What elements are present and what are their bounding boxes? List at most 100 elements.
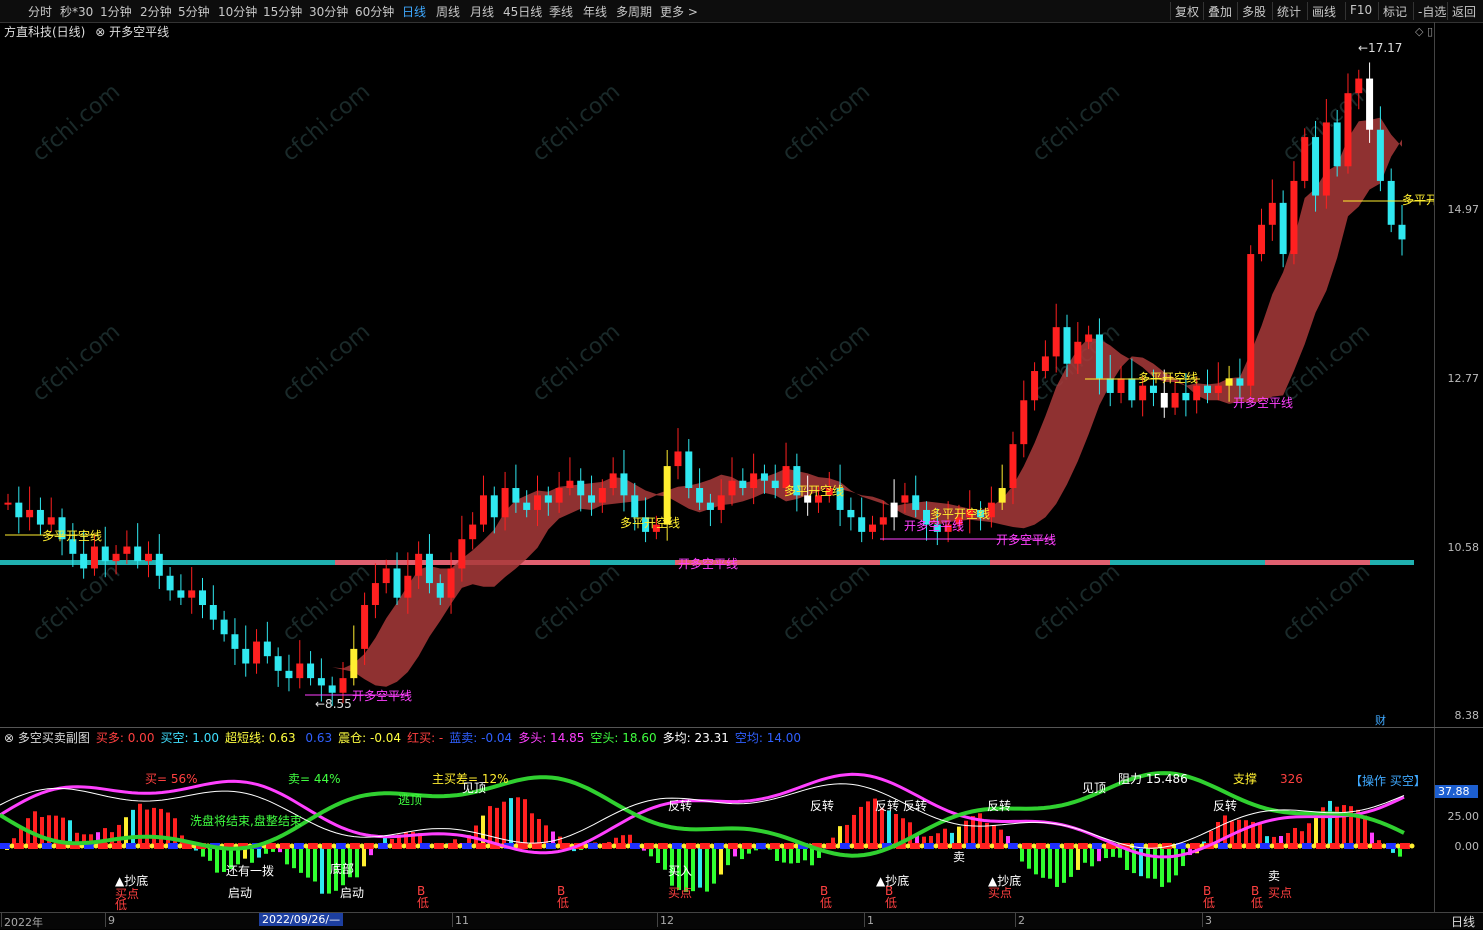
period-tab-4[interactable]: 5分钟: [178, 3, 210, 20]
sub-bar: [131, 809, 135, 846]
candle-body: [566, 480, 574, 489]
sub-value-5: 红买: -: [407, 731, 444, 745]
candle-body: [1009, 444, 1017, 489]
price-label-3: 10.58: [1447, 541, 1480, 554]
tool-separator: [1345, 2, 1346, 20]
period-tab-16[interactable]: 更多 >: [660, 3, 698, 20]
tool-button-7[interactable]: -自选: [1418, 3, 1446, 20]
period-tab-7[interactable]: 30分钟: [309, 3, 348, 20]
period-indicator[interactable]: 日线: [1451, 913, 1475, 930]
watermark: cfchi.com: [778, 319, 875, 406]
candle-body: [371, 583, 379, 606]
baseline-dash: [448, 843, 458, 849]
tool-button-3[interactable]: 统计: [1277, 3, 1301, 20]
trend-band: [1265, 560, 1370, 565]
period-tab-3[interactable]: 2分钟: [140, 3, 172, 20]
watermark: cfchi.com: [1278, 559, 1375, 646]
sub-bar: [1139, 846, 1143, 877]
period-toolbar: 分时 秒*30 1分钟 2分钟 5分钟 10分钟 15分钟 30分钟 60分钟 日线 周线 月线 45日…: [0, 0, 1483, 23]
main-chart: cfchi.com cfchi.com cfchi.com cfchi.com cfch…: [0, 41, 1434, 711]
date-tick-2: 11: [455, 914, 469, 927]
date-tick-mark: [452, 913, 453, 927]
baseline-dash: [700, 843, 710, 849]
baseline-dash: [350, 843, 360, 849]
period-tab-2[interactable]: 1分钟: [100, 3, 132, 20]
baseline-dash: [1260, 843, 1270, 849]
candle-body: [134, 546, 142, 562]
finance-marker[interactable]: 财: [1375, 712, 1386, 728]
baseline-dash: [1288, 843, 1298, 849]
baseline-dot: [289, 843, 295, 849]
sub-bar: [355, 846, 359, 878]
sub-bar: [523, 799, 527, 846]
dpk-label: 多平开空线: [42, 529, 102, 543]
panel-divider[interactable]: [0, 727, 1483, 728]
period-tab-14[interactable]: 年线: [583, 3, 607, 20]
watermark: cfchi.com: [528, 559, 625, 646]
candle-body: [382, 568, 390, 584]
kdk-label: 开多空平线: [1233, 396, 1293, 410]
tool-button-1[interactable]: 叠加: [1208, 3, 1232, 20]
baseline-dash: [126, 843, 136, 849]
candle-body: [1031, 371, 1039, 401]
baseline-dot: [1353, 843, 1359, 849]
period-tab-1[interactable]: 秒*30: [60, 3, 93, 20]
period-tab-13[interactable]: 季线: [549, 3, 573, 20]
sub-value-7: 多头: 14.85: [518, 731, 585, 745]
baseline-dash: [910, 843, 920, 849]
watermark: cfchi.com: [528, 79, 625, 166]
watermark: cfchi.com: [28, 79, 125, 166]
tool-button-2[interactable]: 多股: [1242, 3, 1266, 20]
baseline-dot: [387, 843, 393, 849]
candle-body: [912, 495, 920, 510]
period-tab-9[interactable]: 日线: [402, 3, 426, 20]
candle-body: [425, 553, 433, 584]
tool-button-0[interactable]: 复权: [1175, 3, 1199, 20]
period-tab-12[interactable]: 45日线: [503, 3, 542, 20]
tool-button-5[interactable]: F10: [1350, 3, 1372, 17]
tool-button-6[interactable]: 标记: [1383, 3, 1407, 20]
baseline-dot: [1339, 843, 1345, 849]
baseline-dot: [1409, 843, 1415, 849]
tool-button-8[interactable]: 返回: [1452, 3, 1476, 20]
buypoint-label: 买点: [1268, 886, 1292, 900]
baseline-dot: [1059, 843, 1065, 849]
candle-body: [458, 539, 466, 569]
sub-bar: [124, 817, 128, 846]
baseline-dash: [1036, 843, 1046, 849]
date-tick-mark: [105, 913, 106, 927]
candle-body: [1182, 392, 1190, 401]
candle-body: [620, 473, 628, 496]
sub-bar: [40, 817, 44, 846]
candle-body: [490, 495, 498, 518]
baseline-dot: [961, 843, 967, 849]
bottom-label: ▲抄底: [115, 873, 148, 888]
watermark: cfchi.com: [1028, 79, 1125, 166]
sub-indicator-name[interactable]: ⊗ 多空买卖副图: [4, 731, 90, 745]
sub-value-9: 多均: 23.31: [662, 731, 729, 745]
sub-bar: [866, 801, 870, 846]
period-tab-8[interactable]: 60分钟: [355, 3, 394, 20]
period-tab-15[interactable]: 多周期: [616, 3, 652, 20]
baseline-dash: [42, 843, 52, 849]
period-tab-6[interactable]: 15分钟: [263, 3, 302, 20]
sub-bar: [145, 809, 149, 846]
candle-body: [1366, 78, 1374, 130]
baseline-dash: [602, 843, 612, 849]
tool-button-4[interactable]: 画线: [1312, 3, 1336, 20]
period-tab-11[interactable]: 月线: [470, 3, 494, 20]
candle-body: [1203, 385, 1211, 393]
baseline-dot: [1255, 843, 1261, 849]
baseline-dash: [294, 843, 304, 849]
support-label: 支撑: [1233, 771, 1257, 786]
baseline-dot: [835, 843, 841, 849]
sub-label-25: 25.00: [1447, 810, 1480, 823]
period-tab-10[interactable]: 周线: [436, 3, 460, 20]
period-tab-5[interactable]: 10分钟: [218, 3, 257, 20]
sub-value-6: 蓝卖: -0.04: [449, 731, 513, 745]
candle-body: [696, 488, 704, 503]
baseline-dash: [14, 843, 24, 849]
sub-value-1: 买空: 1.00: [160, 731, 220, 745]
period-tab-0[interactable]: 分时: [28, 3, 52, 20]
sub-bar: [964, 820, 968, 846]
